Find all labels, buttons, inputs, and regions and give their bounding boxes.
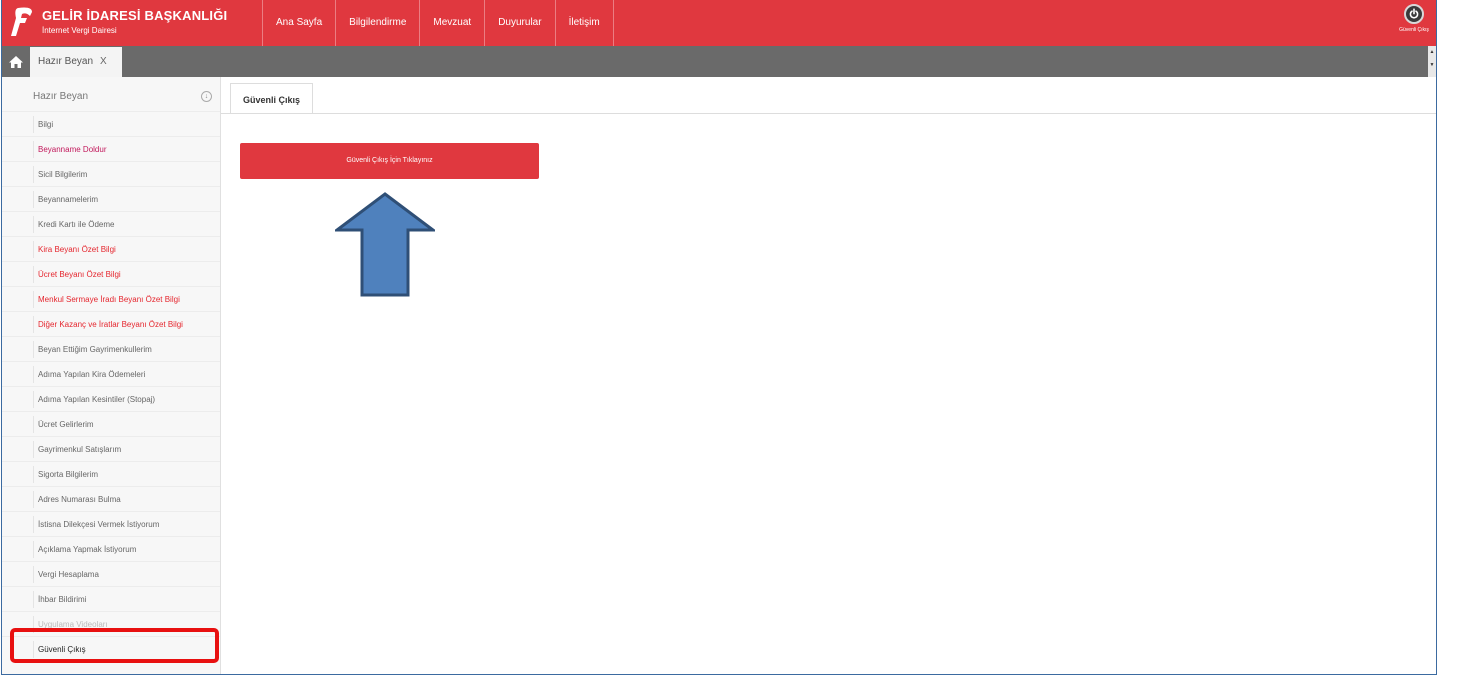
site-title: GELİR İDARESİ BAŞKANLIĞI xyxy=(42,8,228,23)
sidebar-item-ucret-beyani[interactable]: Ücret Beyanı Özet Bilgi xyxy=(2,261,220,286)
top-header: GELİR İDARESİ BAŞKANLIĞI İnternet Vergi … xyxy=(2,0,1436,46)
nav-mevzuat[interactable]: Mevzuat xyxy=(419,0,484,46)
scroll-up-icon[interactable]: ▲ xyxy=(1428,46,1436,59)
nav-iletisim[interactable]: İletişim xyxy=(554,0,614,46)
sidebar: Hazır Beyan ↓ Bilgi Beyanname Doldur Sic… xyxy=(2,77,221,674)
sidebar-item-guvenli-cikis[interactable]: Güvenli Çıkış xyxy=(2,636,220,661)
power-icon xyxy=(1404,4,1424,24)
sidebar-item-istisna-dilekcesi[interactable]: İstisna Dilekçesi Vermek İstiyorum xyxy=(2,511,220,536)
sidebar-menu: Bilgi Beyanname Doldur Sicil Bilgilerim … xyxy=(2,111,220,661)
sidebar-item-gayrimenkullerim[interactable]: Beyan Ettiğim Gayrimenkullerim xyxy=(2,336,220,361)
site-subtitle: İnternet Vergi Dairesi xyxy=(42,26,117,35)
sidebar-item-sicil-bilgilerim[interactable]: Sicil Bilgilerim xyxy=(2,161,220,186)
tab-guvenli-cikis[interactable]: Güvenli Çıkış xyxy=(230,83,314,113)
app-window: GELİR İDARESİ BAŞKANLIĞI İnternet Vergi … xyxy=(1,0,1437,675)
gib-logo-icon xyxy=(11,7,32,36)
home-icon xyxy=(9,56,23,68)
header-logout-label: Güvenli Çıkış xyxy=(1399,27,1429,33)
sidebar-item-kredi-karti-odeme[interactable]: Kredi Kartı ile Ödeme xyxy=(2,211,220,236)
secure-logout-button[interactable]: Güvenli Çıkış İçin Tıklayınız xyxy=(240,143,539,179)
sidebar-item-menkul-sermaye[interactable]: Menkul Sermaye İradı Beyanı Özet Bilgi xyxy=(2,286,220,311)
sidebar-item-ucret-gelirlerim[interactable]: Ücret Gelirlerim xyxy=(2,411,220,436)
sidebar-item-vergi-hesaplama[interactable]: Vergi Hesaplama xyxy=(2,561,220,586)
sidebar-item-bilgi[interactable]: Bilgi xyxy=(2,111,220,136)
scroll-down-icon[interactable]: ▼ xyxy=(1428,59,1436,72)
nav-ana-sayfa[interactable]: Ana Sayfa xyxy=(262,0,335,46)
content-tab-bar: Güvenli Çıkış xyxy=(221,77,1436,114)
sidebar-item-kesintiler[interactable]: Adıma Yapılan Kesintiler (Stopaj) xyxy=(2,386,220,411)
sidebar-title: Hazır Beyan xyxy=(33,91,89,102)
tab-hazir-beyan[interactable]: Hazır Beyan X xyxy=(30,47,122,77)
sidebar-item-uygulama-videolari[interactable]: Uygulama Videoları xyxy=(2,611,220,636)
sidebar-item-sigorta-bilgilerim[interactable]: Sigorta Bilgilerim xyxy=(2,461,220,486)
sidebar-item-kira-beyani[interactable]: Kira Beyanı Özet Bilgi xyxy=(2,236,220,261)
sidebar-item-aciklama[interactable]: Açıklama Yapmak İstiyorum xyxy=(2,536,220,561)
circle-arrow-icon[interactable]: ↓ xyxy=(201,91,212,102)
sidebar-item-diger-kazanc[interactable]: Diğer Kazanç ve İratlar Beyanı Özet Bilg… xyxy=(2,311,220,336)
sidebar-item-adres-numarasi[interactable]: Adres Numarası Bulma xyxy=(2,486,220,511)
tab-strip: Hazır Beyan X ▲ ▼ xyxy=(2,46,1436,77)
tab-close-icon[interactable]: X xyxy=(100,47,107,77)
nav-bilgilendirme[interactable]: Bilgilendirme xyxy=(335,0,419,46)
sidebar-header: Hazır Beyan ↓ xyxy=(2,77,220,111)
sidebar-item-beyannamelerim[interactable]: Beyannamelerim xyxy=(2,186,220,211)
up-arrow-annotation-icon xyxy=(335,192,435,297)
sidebar-item-beyanname-doldur[interactable]: Beyanname Doldur xyxy=(2,136,220,161)
sidebar-item-kira-odemeleri[interactable]: Adıma Yapılan Kira Ödemeleri xyxy=(2,361,220,386)
nav-duyurular[interactable]: Duyurular xyxy=(484,0,554,46)
header-logout-button[interactable]: Güvenli Çıkış xyxy=(1394,4,1434,33)
tab-scrollbar[interactable]: ▲ ▼ xyxy=(1428,46,1436,77)
tab-hazir-beyan-label: Hazır Beyan xyxy=(38,56,94,67)
main-nav: Ana Sayfa Bilgilendirme Mevzuat Duyurula… xyxy=(262,0,614,46)
sidebar-item-gayrimenkul-satislarim[interactable]: Gayrimenkul Satışlarım xyxy=(2,436,220,461)
sidebar-item-ihbar-bildirimi[interactable]: İhbar Bildirimi xyxy=(2,586,220,611)
home-button[interactable] xyxy=(5,51,27,73)
